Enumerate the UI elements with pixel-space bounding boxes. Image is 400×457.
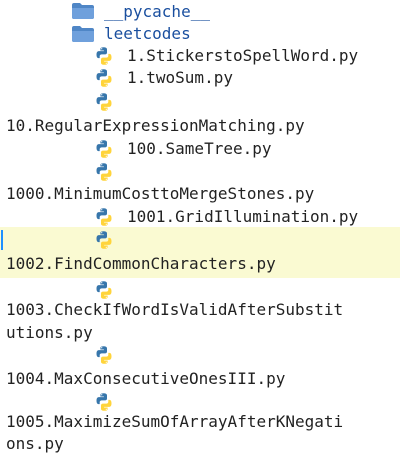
- file-row[interactable]: 1.StickerstoSpellWord.py: [0, 44, 400, 68]
- file-label-line-2: ons.py: [6, 434, 64, 453]
- selection-marker: [1, 230, 3, 250]
- file-label-line-2: utions.py: [6, 323, 93, 342]
- folder-row-pycache[interactable]: __pycache__: [0, 0, 400, 24]
- file-label: 1002.FindCommonCharacters.py: [6, 254, 276, 273]
- file-row[interactable]: 1001.GridIllumination.py: [0, 205, 400, 229]
- file-label: 1001.GridIllumination.py: [127, 207, 359, 226]
- file-row-selected[interactable]: 1002.FindCommonCharacters.py: [0, 227, 400, 278]
- file-label-line-1: 1003.CheckIfWordIsValidAfterSubstit: [6, 300, 344, 319]
- python-file-icon: [94, 92, 114, 112]
- file-row[interactable]: 1003.CheckIfWordIsValidAfterSubstit utio…: [0, 280, 400, 346]
- file-label: 10.RegularExpressionMatching.py: [6, 116, 305, 135]
- python-file-icon: [94, 68, 114, 88]
- file-row[interactable]: 1004.MaxConsecutiveOnesIII.py: [0, 345, 400, 391]
- file-row[interactable]: 1005.MaximizeSumOfArrayAfterKNegati ons.…: [0, 392, 400, 457]
- folder-label: __pycache__: [104, 2, 210, 21]
- file-row[interactable]: 1000.MinimumCosttoMergeStones.py: [0, 160, 400, 208]
- folder-icon: [71, 25, 95, 43]
- python-file-icon: [94, 392, 114, 412]
- python-file-icon: [94, 230, 114, 250]
- folder-row-leetcodes[interactable]: leetcodes: [0, 22, 400, 46]
- python-file-icon: [94, 162, 114, 182]
- folder-label: leetcodes: [104, 24, 191, 43]
- python-file-icon: [94, 139, 114, 159]
- file-label: 1004.MaxConsecutiveOnesIII.py: [6, 369, 286, 388]
- file-row[interactable]: 100.SameTree.py: [0, 137, 400, 161]
- file-label: 1.twoSum.py: [127, 68, 233, 87]
- file-label: 1000.MinimumCosttoMergeStones.py: [6, 184, 315, 203]
- file-label: 100.SameTree.py: [127, 139, 272, 158]
- file-row[interactable]: 1.twoSum.py: [0, 66, 400, 90]
- folder-icon: [71, 2, 95, 20]
- file-row[interactable]: 10.RegularExpressionMatching.py: [0, 90, 400, 138]
- file-label-line-1: 1005.MaximizeSumOfArrayAfterKNegati: [6, 412, 344, 431]
- python-file-icon: [94, 280, 114, 300]
- python-file-icon: [94, 207, 114, 227]
- python-file-icon: [94, 345, 114, 365]
- file-label: 1.StickerstoSpellWord.py: [127, 46, 359, 65]
- python-file-icon: [94, 46, 114, 66]
